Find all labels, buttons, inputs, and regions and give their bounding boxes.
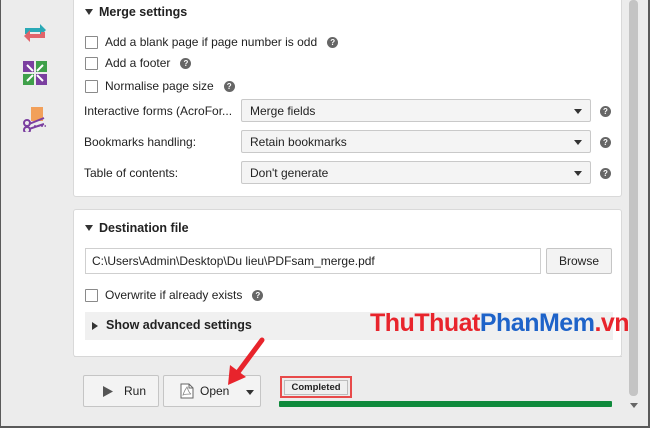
- normalise-checkbox[interactable]: [85, 79, 98, 93]
- overwrite-option[interactable]: Overwrite if already exists ?: [85, 286, 264, 304]
- footer-divider: [74, 356, 622, 357]
- bookmarks-select[interactable]: Retain bookmarks: [241, 130, 591, 153]
- interactive-forms-select[interactable]: Merge fields: [241, 99, 591, 122]
- normalise-label: Normalise page size: [105, 79, 214, 93]
- scrollbar-thumb[interactable]: [629, 0, 638, 396]
- scroll-down-icon[interactable]: [630, 403, 638, 408]
- destination-path-value: C:\Users\Admin\Desktop\Du lieu\PDFsam_me…: [92, 254, 375, 268]
- help-icon[interactable]: ?: [600, 168, 611, 179]
- footer-label: Add a footer: [105, 56, 171, 70]
- toc-label: Table of contents:: [84, 166, 179, 180]
- browse-button[interactable]: Browse: [546, 248, 612, 274]
- normalise-option[interactable]: Normalise page size ?: [85, 77, 235, 95]
- help-icon[interactable]: ?: [223, 80, 235, 92]
- chevron-down-icon: [574, 140, 582, 145]
- chevron-down-icon: [574, 171, 582, 176]
- footer-option[interactable]: Add a footer ?: [85, 54, 192, 72]
- annotation-arrow-icon: [228, 337, 265, 385]
- expand-triangle-icon: [92, 322, 98, 330]
- toc-select[interactable]: Don't generate: [241, 161, 591, 184]
- blank-page-label: Add a blank page if page number is odd: [105, 35, 318, 49]
- toc-value: Don't generate: [250, 165, 329, 180]
- collapse-triangle-icon[interactable]: [85, 9, 93, 15]
- destination-title: Destination file: [99, 221, 189, 235]
- blank-page-option[interactable]: Add a blank page if page number is odd ?: [85, 33, 339, 51]
- blank-page-checkbox[interactable]: [85, 35, 98, 49]
- overwrite-checkbox[interactable]: [85, 288, 98, 302]
- rotate-icon[interactable]: [22, 20, 48, 46]
- bookmarks-label: Bookmarks handling:: [84, 135, 197, 149]
- status-badge: Completed: [284, 379, 348, 395]
- interactive-forms-label: Interactive forms (AcroFor...: [84, 104, 233, 118]
- help-icon[interactable]: ?: [327, 36, 339, 48]
- progress-fill: [279, 401, 612, 407]
- bookmarks-value: Retain bookmarks: [250, 134, 347, 149]
- overwrite-label: Overwrite if already exists: [105, 288, 243, 302]
- extract-icon[interactable]: [22, 106, 48, 134]
- chevron-down-icon: [574, 109, 582, 114]
- split-icon[interactable]: [22, 60, 48, 86]
- help-icon[interactable]: ?: [180, 57, 192, 69]
- interactive-forms-value: Merge fields: [250, 103, 316, 118]
- help-icon[interactable]: ?: [600, 137, 611, 148]
- play-icon: [103, 385, 113, 397]
- help-icon[interactable]: ?: [600, 106, 611, 117]
- advanced-settings-label: Show advanced settings: [106, 318, 252, 332]
- footer-checkbox[interactable]: [85, 56, 98, 70]
- status-highlight: Completed: [280, 376, 352, 398]
- run-label: Run: [124, 384, 147, 398]
- watermark-logo: ThuThuatPhanMem.vn: [370, 309, 630, 337]
- chevron-down-icon[interactable]: [246, 390, 254, 395]
- destination-path-input[interactable]: C:\Users\Admin\Desktop\Du lieu\PDFsam_me…: [85, 248, 541, 274]
- progress-bar: [279, 401, 612, 407]
- tool-sidebar: [1, 0, 64, 426]
- help-icon[interactable]: ?: [252, 289, 264, 301]
- collapse-triangle-icon[interactable]: [85, 225, 93, 231]
- pdf-file-icon: [180, 383, 194, 399]
- merge-settings-title: Merge settings: [99, 5, 188, 19]
- run-button[interactable]: Run: [83, 375, 159, 407]
